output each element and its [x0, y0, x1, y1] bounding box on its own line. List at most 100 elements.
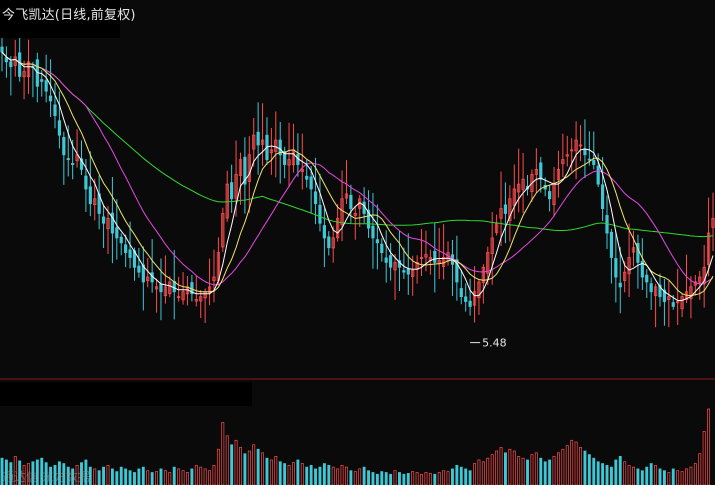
volume-bar [579, 447, 582, 485]
volume-bar [526, 459, 529, 485]
volume-bar [614, 459, 618, 485]
volume-bar [499, 447, 503, 485]
candle-body [9, 61, 13, 68]
volume-bar [587, 454, 591, 485]
candle-body [84, 175, 88, 190]
volume-bar [102, 466, 106, 485]
volume-bar [216, 448, 220, 485]
candle-body [371, 225, 375, 239]
candle-body [44, 80, 48, 92]
volume-bar [428, 473, 432, 485]
volume-bar [556, 452, 560, 485]
volume-bar [380, 471, 384, 485]
candle-body [119, 236, 123, 244]
candle-body [137, 265, 141, 273]
volume-bar [106, 464, 110, 485]
candle-body [128, 249, 132, 258]
volume-bar [221, 422, 225, 485]
volume-bar [707, 408, 711, 485]
candle-body [618, 282, 622, 288]
volume-bar [640, 470, 644, 485]
candle-body [256, 131, 260, 146]
candle-body [230, 182, 234, 200]
volume-bar [168, 472, 172, 485]
volume-bar [649, 463, 653, 485]
volume-bar [517, 456, 521, 485]
candle-body [322, 225, 326, 239]
low-annotation-text: 5.48 [482, 337, 507, 350]
volume-bar [481, 461, 485, 485]
volume-bar [141, 466, 145, 485]
volume-bar [322, 463, 326, 485]
volume-bar [163, 470, 167, 485]
volume-bar [561, 448, 565, 485]
volume-bar [539, 457, 543, 485]
volume-bar [512, 450, 516, 485]
candle-body [159, 283, 163, 293]
candle-body [609, 231, 614, 258]
candle-body [53, 104, 57, 117]
candle-body [596, 165, 600, 185]
volume-bar [406, 473, 410, 485]
volume-bar [534, 452, 538, 485]
candle-body [600, 184, 605, 209]
volume-bar [459, 466, 463, 485]
volume-bar [618, 456, 622, 485]
volume-bar [548, 459, 552, 485]
candle-body [464, 296, 468, 302]
candle-body [539, 162, 543, 180]
volume-bar [552, 456, 556, 485]
volume-bar [464, 468, 468, 485]
volume-bar [375, 473, 379, 485]
candle-body [406, 268, 410, 275]
volume-bar [433, 473, 437, 485]
volume-bar [336, 468, 340, 485]
volume-bar [331, 466, 335, 485]
candle-body [380, 243, 384, 253]
volume-bar [128, 470, 132, 485]
volume-bar [609, 466, 613, 485]
candle-body [503, 204, 508, 214]
volume-bar [353, 471, 357, 485]
volume-bar [230, 444, 234, 485]
volume-bar [300, 463, 304, 485]
candle-body [71, 163, 75, 165]
volume-bar [274, 456, 278, 485]
volume-bar [398, 472, 401, 485]
volume-bar [243, 453, 247, 485]
volume-bar [97, 470, 101, 485]
volume-bar [296, 459, 300, 485]
candle-body [0, 46, 4, 53]
candle-body [327, 236, 331, 249]
volume-bar [115, 471, 119, 485]
volume-bar [194, 464, 198, 485]
volume-bar [671, 468, 675, 485]
volume-bar [256, 448, 260, 485]
volume-bar [565, 445, 569, 485]
volume-bar [645, 466, 649, 485]
candle-body [468, 300, 472, 307]
volume-bar [155, 471, 159, 485]
volume-bar [340, 464, 344, 485]
volume-bar [119, 466, 123, 485]
candle-body [115, 227, 119, 239]
volume-bar [305, 466, 309, 485]
volume-bar [93, 468, 97, 485]
volume-bar [199, 466, 203, 485]
candle-body [318, 204, 322, 224]
volume-bar [203, 468, 207, 485]
volume-bar [159, 468, 163, 485]
volume-bar [521, 457, 525, 485]
volume-bar [208, 470, 212, 485]
volume-bar [133, 472, 136, 485]
volume-header [0, 382, 252, 406]
volume-bar [314, 468, 317, 485]
volume-bar [110, 468, 114, 485]
volume-bar [446, 471, 450, 485]
candle-body [48, 95, 53, 102]
volume-bar [181, 470, 185, 485]
watermark-text: 通达信 东方数据 [2, 470, 90, 484]
volume-bar [442, 470, 446, 485]
volume-bar [150, 472, 154, 485]
volume-bar [689, 466, 693, 485]
